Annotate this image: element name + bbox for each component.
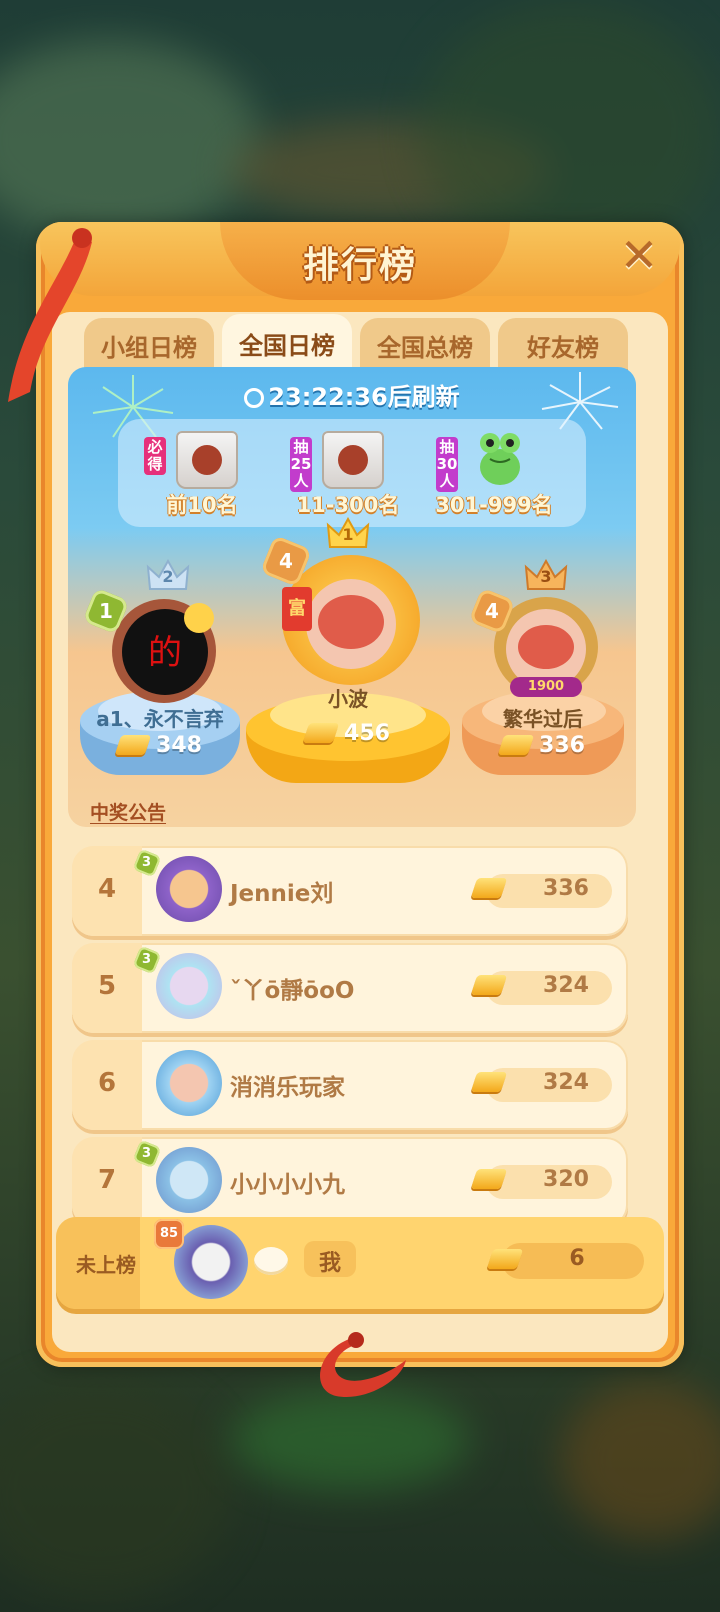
- player-name: ˇ丫ō靜ōoO: [230, 978, 355, 1004]
- player-name: 繁华过后: [503, 707, 583, 731]
- ribbon-decoration: [320, 1332, 406, 1398]
- tote-bag-icon: [176, 431, 238, 489]
- rank-number: 5: [97, 971, 117, 1001]
- clock-icon: [244, 388, 265, 408]
- reward-tier-top10[interactable]: 必得 前10名: [132, 427, 272, 523]
- reward-tag: 必得: [144, 437, 166, 475]
- rank-number: 4: [97, 874, 117, 904]
- reward-label: 301-999名: [435, 493, 553, 517]
- my-rank: 未上榜: [76, 1253, 136, 1277]
- gold-bar-icon: [470, 975, 512, 996]
- my-avatar: [174, 1225, 248, 1299]
- rank-number: 2: [162, 567, 174, 586]
- reward-tiers: 必得 前10名 抽25人 11-300名 抽30人 301-999名: [118, 419, 586, 527]
- frame-badge: 1900: [510, 677, 582, 697]
- avatar: [156, 856, 222, 922]
- player-name: 小波: [328, 687, 368, 711]
- player-name: 小小小小九: [230, 1172, 345, 1198]
- podium-third[interactable]: 1900 3 4 繁华过后 336: [458, 553, 628, 793]
- avatar: [156, 1050, 222, 1116]
- player-score: 324: [543, 973, 589, 998]
- reward-tag: 抽25人: [290, 437, 312, 492]
- title-bar: 排行榜 ✕: [40, 222, 680, 300]
- gold-bar-icon: [470, 1072, 512, 1093]
- my-rank-bar[interactable]: 未上榜 85 我 6: [36, 1217, 684, 1312]
- podium-first[interactable]: 富 1 4 小波 456: [244, 517, 452, 797]
- player-score: 348: [76, 733, 244, 758]
- reward-label: 11-300名: [296, 493, 400, 517]
- ribbon-decoration: [8, 228, 92, 402]
- gold-bar-icon: [302, 723, 340, 743]
- level-badge: 85: [154, 1219, 184, 1249]
- avatar: [156, 1147, 222, 1213]
- gold-bar-icon: [470, 878, 512, 899]
- tab-group-daily[interactable]: 小组日榜: [84, 318, 214, 372]
- tab-national-daily[interactable]: 全国日榜: [222, 314, 352, 372]
- bunny-icon: [254, 1247, 288, 1275]
- tab-bar: 小组日榜 全国日榜 全国总榜 好友榜: [84, 314, 664, 372]
- tote-bag-icon: [322, 431, 384, 489]
- rank-number: 6: [97, 1068, 117, 1098]
- reward-tag: 抽30人: [436, 437, 458, 492]
- rank-row[interactable]: 7 3 小小小小九 320: [72, 1137, 628, 1227]
- rank-number: 7: [97, 1165, 117, 1195]
- winner-announcement-link[interactable]: 中奖公告: [90, 798, 166, 825]
- fu-sign-icon: 富: [282, 587, 312, 631]
- player-score: 336: [458, 733, 628, 758]
- reward-label: 前10名: [166, 493, 238, 517]
- frog-toy-icon: [480, 433, 520, 485]
- rank-row[interactable]: 4 3 Jennie刘 336: [72, 846, 628, 936]
- rank-board: 23:22:36后刷新 必得 前10名 抽25人 11-300名 抽30人 30…: [68, 367, 636, 827]
- dialog-title: 排行榜: [302, 245, 417, 286]
- player-score: 320: [543, 1167, 589, 1192]
- close-icon[interactable]: ✕: [616, 232, 662, 278]
- tab-national-total[interactable]: 全国总榜: [360, 318, 490, 372]
- tab-friends[interactable]: 好友榜: [498, 318, 628, 372]
- gold-bar-icon: [497, 735, 535, 755]
- my-name: 我: [318, 1251, 341, 1276]
- rank-row[interactable]: 5 3 ˇ丫ō靜ōoO 324: [72, 943, 628, 1033]
- avatar: [156, 953, 222, 1019]
- rank-number: 1: [342, 525, 354, 544]
- player-score: 324: [543, 1070, 589, 1095]
- gold-bar-icon: [470, 1169, 512, 1190]
- player-name: Jennie刘: [230, 881, 334, 907]
- gold-bar-icon: [114, 735, 152, 755]
- reward-tier-300[interactable]: 抽25人 11-300名: [278, 427, 418, 523]
- refresh-timer: 23:22:36后刷新: [68, 377, 636, 412]
- refresh-text: 23:22:36后刷新: [268, 383, 460, 411]
- rank-row[interactable]: 6 消消乐玩家 324: [72, 1040, 628, 1130]
- leaderboard-dialog: 排行榜 ✕ 小组日榜 全国日榜 全国总榜 好友榜 23:22:36后刷新 必得: [36, 222, 684, 1367]
- my-score: 6: [569, 1246, 585, 1271]
- player-name: a1、永不言弃: [96, 707, 224, 731]
- player-score: 456: [244, 721, 452, 746]
- player-name: 消消乐玩家: [230, 1075, 345, 1101]
- rank-number: 3: [540, 567, 552, 586]
- player-score: 336: [543, 876, 589, 901]
- reward-tier-999[interactable]: 抽30人 301-999名: [424, 427, 564, 523]
- podium-second[interactable]: 的 2 1 a1、永不言弃 348: [76, 553, 244, 793]
